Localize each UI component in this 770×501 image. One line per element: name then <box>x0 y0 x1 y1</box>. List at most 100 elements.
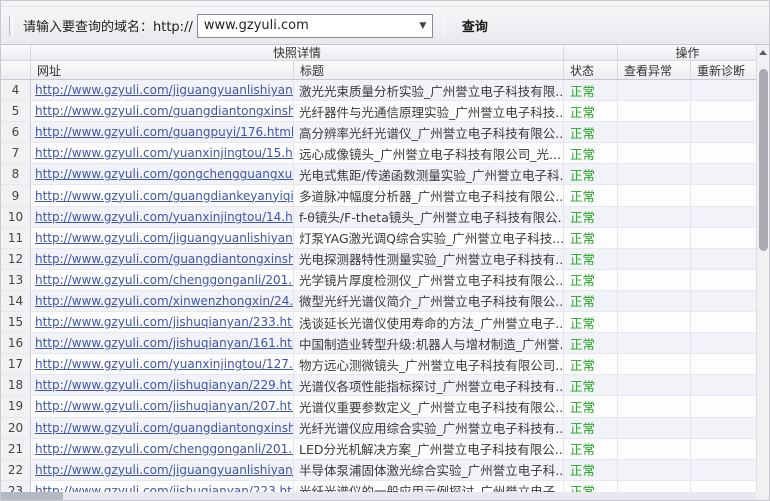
row-number: 6 <box>1 122 31 142</box>
status-badge: 正常 <box>564 164 618 184</box>
url-link[interactable]: http://www.gzyuli.com/jishuqianyan/229.h… <box>35 378 294 392</box>
url-link[interactable]: http://www.gzyuli.com/guangdiantongxinsh… <box>35 252 294 266</box>
url-link[interactable]: http://www.gzyuli.com/guangdiantongxinsh… <box>35 104 294 118</box>
url-link[interactable]: http://www.gzyuli.com/chenggonganli/201.… <box>35 273 294 287</box>
url-cell: http://www.gzyuli.com/jishuqianyan/207.h… <box>31 396 294 416</box>
url-cell: http://www.gzyuli.com/yuanxinjingtou/15.… <box>31 143 294 163</box>
rediagnose-cell <box>691 291 758 311</box>
view-exception-cell <box>618 439 691 459</box>
url-cell: http://www.gzyuli.com/jishuqianyan/233.h… <box>31 312 294 332</box>
view-exception-cell <box>618 354 691 374</box>
url-cell: http://www.gzyuli.com/xinwenzhongxin/24.… <box>31 291 294 311</box>
horizontal-scrollbar-thumb[interactable] <box>1 492 63 500</box>
query-toolbar: 请输入要查询的域名：http:// ▼ 查询 <box>1 7 769 45</box>
url-cell: http://www.gzyuli.com/yuanxinjingtou/127… <box>31 354 294 374</box>
url-link[interactable]: http://www.gzyuli.com/yuanxinjingtou/14.… <box>35 210 294 224</box>
status-badge: 正常 <box>564 185 618 205</box>
domain-combobox[interactable]: ▼ <box>197 14 433 38</box>
table-row: 7 http://www.gzyuli.com/yuanxinjingtou/1… <box>1 143 758 164</box>
vertical-scrollbar[interactable] <box>756 45 769 494</box>
row-number: 5 <box>1 101 31 121</box>
row-number: 18 <box>1 375 31 395</box>
group-header-row: 快照详情 操作 <box>1 45 758 61</box>
table-row: 18 http://www.gzyuli.com/jishuqianyan/22… <box>1 375 758 396</box>
chevron-down-icon[interactable]: ▼ <box>414 15 432 37</box>
url-link[interactable]: http://www.gzyuli.com/gongchengguangxu..… <box>35 167 294 181</box>
status-badge: 正常 <box>564 460 618 480</box>
url-link[interactable]: http://www.gzyuli.com/chenggonganli/201.… <box>35 442 294 456</box>
url-link[interactable]: http://www.gzyuli.com/xinwenzhongxin/24.… <box>35 294 294 308</box>
title-cell: 光纤器件与光通信原理实验_广州誉立电子科技... <box>294 101 564 121</box>
title-cell: 激光光束质量分析实验_广州誉立电子科技有限... <box>294 80 564 100</box>
view-exception-cell <box>618 396 691 416</box>
url-link[interactable]: http://www.gzyuli.com/jiguangyuanlishiya… <box>35 463 294 477</box>
title-cell: 光谱仪重要参数定义_广州誉立电子科技有限公... <box>294 396 564 416</box>
column-header-url[interactable]: 网址 <box>31 61 294 79</box>
table-row: 9 http://www.gzyuli.com/guangdiankeyanyi… <box>1 185 758 206</box>
url-link[interactable]: http://www.gzyuli.com/jiguangyuanlishiya… <box>35 231 294 245</box>
domain-input[interactable] <box>198 15 414 37</box>
table-row: 5 http://www.gzyuli.com/guangdiantongxin… <box>1 101 758 122</box>
status-badge: 正常 <box>564 312 618 332</box>
rediagnose-cell <box>691 396 758 416</box>
row-number: 12 <box>1 249 31 269</box>
horizontal-scrollbar[interactable] <box>1 492 758 500</box>
status-badge: 正常 <box>564 249 618 269</box>
url-link[interactable]: http://www.gzyuli.com/jishuqianyan/161.h… <box>35 336 294 350</box>
view-exception-cell <box>618 333 691 353</box>
vertical-scrollbar-thumb[interactable] <box>759 69 768 251</box>
url-link[interactable]: http://www.gzyuli.com/yuanxinjingtou/127… <box>35 357 294 371</box>
status-badge: 正常 <box>564 291 618 311</box>
url-link[interactable]: http://www.gzyuli.com/yuanxinjingtou/15.… <box>35 146 294 160</box>
rediagnose-cell <box>691 249 758 269</box>
column-header-rediagnose[interactable]: 重新诊断 <box>691 61 758 79</box>
scroll-up-icon[interactable] <box>757 45 769 59</box>
rediagnose-cell <box>691 460 758 480</box>
status-badge: 正常 <box>564 228 618 248</box>
rediagnose-cell <box>691 228 758 248</box>
url-cell: http://www.gzyuli.com/yuanxinjingtou/14.… <box>31 207 294 227</box>
title-cell: 光电式焦距/传递函数测量实验_广州誉立电子科... <box>294 164 564 184</box>
rediagnose-cell <box>691 354 758 374</box>
table-row: 13 http://www.gzyuli.com/chenggonganli/2… <box>1 270 758 291</box>
title-cell: 中国制造业转型升级:机器人与增材制造_广州誉... <box>294 333 564 353</box>
title-cell: 灯泵YAG激光调Q综合实验_广州誉立电子科技... <box>294 228 564 248</box>
query-button[interactable]: 查询 <box>454 12 496 39</box>
title-cell: 光电探测器特性测量实验_广州誉立电子科技有... <box>294 249 564 269</box>
title-cell: f-θ镜头/F-theta镜头_广州誉立电子科技有限公... <box>294 207 564 227</box>
url-cell: http://www.gzyuli.com/guangdiankeyanyiqi… <box>31 185 294 205</box>
url-link[interactable]: http://www.gzyuli.com/guangdiankeyanyiqi… <box>35 189 294 203</box>
url-link[interactable]: http://www.gzyuli.com/jishuqianyan/233.h… <box>35 315 294 329</box>
column-header-title[interactable]: 标题 <box>294 61 564 79</box>
view-exception-cell <box>618 418 691 438</box>
view-exception-cell <box>618 143 691 163</box>
toolbar-grip-handle[interactable] <box>9 16 13 36</box>
row-number: 15 <box>1 312 31 332</box>
url-cell: http://www.gzyuli.com/chenggonganli/201.… <box>31 439 294 459</box>
url-link[interactable]: http://www.gzyuli.com/guangdiantongxinsh… <box>35 421 294 435</box>
url-link[interactable]: http://www.gzyuli.com/jiguangyuanlishiya… <box>35 83 294 97</box>
rediagnose-cell <box>691 101 758 121</box>
status-badge: 正常 <box>564 80 618 100</box>
url-cell: http://www.gzyuli.com/jiguangyuanlishiya… <box>31 460 294 480</box>
view-exception-cell <box>618 375 691 395</box>
row-number: 7 <box>1 143 31 163</box>
row-number: 8 <box>1 164 31 184</box>
title-cell: 高分辨率光纤光谱仪_广州誉立电子科技有限公... <box>294 122 564 142</box>
row-number: 22 <box>1 460 31 480</box>
column-header-status[interactable]: 状态 <box>564 61 618 79</box>
table-row: 4 http://www.gzyuli.com/jiguangyuanlishi… <box>1 80 758 101</box>
url-link[interactable]: http://www.gzyuli.com/jishuqianyan/207.h… <box>35 399 294 413</box>
table-row: 21 http://www.gzyuli.com/chenggonganli/2… <box>1 439 758 460</box>
view-exception-cell <box>618 122 691 142</box>
url-link[interactable]: http://www.gzyuli.com/guangpuyi/176.html <box>35 125 294 139</box>
title-cell: LED分光机解决方案_广州誉立电子科技有限公... <box>294 439 564 459</box>
view-exception-cell <box>618 185 691 205</box>
rediagnose-cell <box>691 207 758 227</box>
group-header-snapshot: 快照详情 <box>31 45 564 60</box>
url-cell: http://www.gzyuli.com/chenggonganli/201.… <box>31 270 294 290</box>
title-cell: 浅谈延长光谱仪使用寿命的方法_广州誉立电子... <box>294 312 564 332</box>
table-row: 17 http://www.gzyuli.com/yuanxinjingtou/… <box>1 354 758 375</box>
column-header-view-exception[interactable]: 查看异常 <box>618 61 691 79</box>
row-number: 17 <box>1 354 31 374</box>
